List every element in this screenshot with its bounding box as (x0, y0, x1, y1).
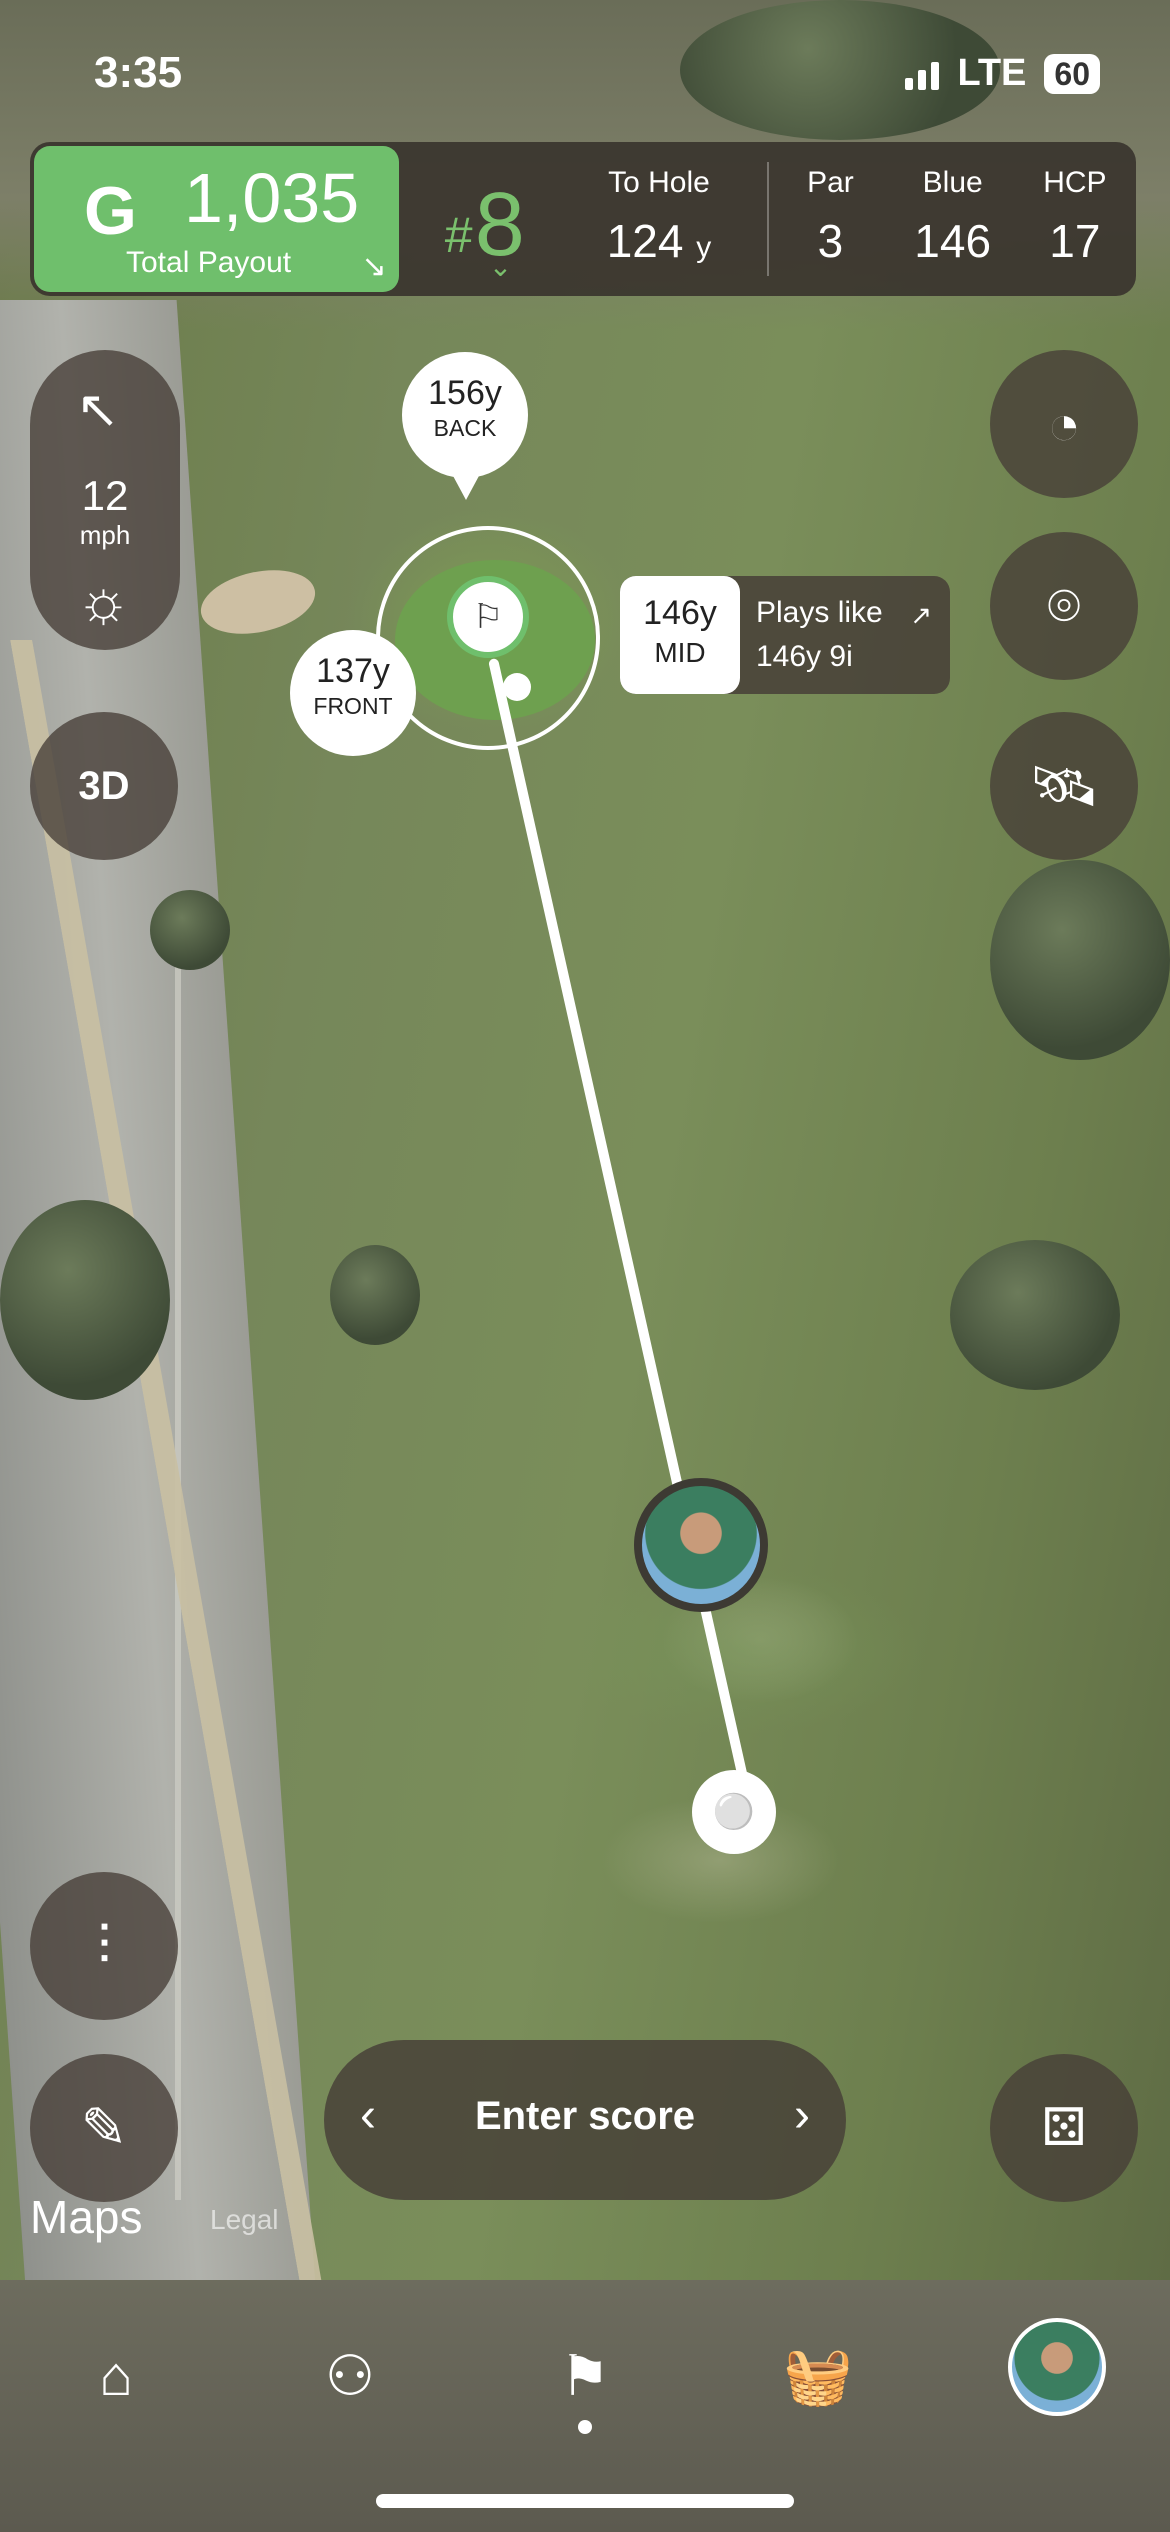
satellite-view-button[interactable]: 🛰 (990, 712, 1138, 860)
tree (0, 1200, 170, 1400)
open-arrow-icon: ↗ (910, 600, 932, 630)
payout-amount: 1,035 (184, 159, 360, 237)
player-position-avatar[interactable] (634, 1478, 768, 1612)
wind-speed: 12 (81, 472, 129, 519)
maps-attribution: Maps (30, 2190, 142, 2244)
shop-basket-icon: 🧺 (783, 2344, 853, 2407)
to-hole-value: 124 y (606, 215, 712, 267)
satellite-icon: 🛰 (1028, 754, 1100, 817)
par-value: 3 (817, 215, 844, 267)
wind-unit: mph (79, 520, 131, 550)
shot-tracker-icon: ◔ (1047, 392, 1081, 456)
expand-arrow-icon: ↘ (361, 250, 387, 283)
mid-distance-marker: 146y MID (620, 576, 740, 694)
mid-label: MID (654, 637, 706, 668)
signal-icon (905, 58, 940, 90)
front-distance-marker[interactable]: 137y FRONT (290, 630, 416, 756)
hcp-stat: HCP 17 (1014, 142, 1136, 296)
status-indicators: LTE 60 (905, 52, 1100, 95)
payout-label: Total Payout (126, 246, 292, 279)
golf-flag-icon: ⚑ (559, 2344, 611, 2407)
tee-box-icon[interactable]: ⚪ (692, 1770, 776, 1854)
ball-marker (503, 673, 531, 701)
tree (950, 1240, 1120, 1390)
hole-hash: # (444, 207, 473, 263)
location-pin-icon: ⌾ (1047, 573, 1081, 637)
3d-toggle-button[interactable]: 3D (30, 712, 178, 860)
tee-label: Blue (922, 166, 983, 199)
payout-card[interactable]: G 1,035 Total Payout ↘ (34, 146, 399, 292)
sliders-icon: ⫶ (97, 1913, 111, 1977)
back-distance-marker[interactable]: 156y BACK (402, 352, 528, 500)
tab-shop[interactable]: 🧺 (768, 2326, 868, 2426)
hole-selector[interactable]: # 8 ⌄ (403, 142, 551, 296)
flag-pin-icon[interactable]: ⚐ (447, 576, 529, 658)
wind-direction-icon: ↖ (76, 381, 120, 439)
wind-widget[interactable]: ↖ 12 mph ☼ (30, 350, 180, 650)
tab-play[interactable]: ⚑ (535, 2326, 635, 2426)
enter-score-bar: ‹ Enter score › (324, 2040, 846, 2200)
players-dice-icon: ⚄ (1041, 2099, 1087, 2157)
to-hole-stat: To Hole 124 y (551, 142, 768, 296)
plays-like-card[interactable]: 146y MID Plays like 146y 9i ↗ (620, 576, 950, 694)
back-distance: 156y (428, 374, 502, 412)
shot-tracker-button[interactable]: ◔ (990, 350, 1138, 498)
hole-info-card: G 1,035 Total Payout ↘ # 8 ⌄ To Hole 124… (30, 142, 1136, 296)
scorecard-button[interactable]: ✎ (30, 2054, 178, 2202)
tee-stat: Blue 146 (892, 142, 1014, 296)
tree (990, 860, 1170, 1060)
home-icon: ⌂ (99, 2344, 133, 2407)
settings-sliders-button[interactable]: ⫶ (30, 1872, 178, 2020)
tab-home[interactable]: ⌂ (66, 2326, 166, 2426)
greenside-bunker (195, 560, 321, 644)
network-label: LTE (957, 52, 1027, 94)
tree (330, 1245, 420, 1345)
next-hole-button[interactable]: › (794, 2088, 810, 2143)
plays-like-title: Plays like (756, 596, 883, 629)
plays-like-detail: 146y 9i (756, 640, 853, 673)
back-label: BACK (433, 415, 497, 441)
tab-friends[interactable]: ⚇ (300, 2326, 400, 2426)
home-indicator (376, 2494, 794, 2508)
front-label: FRONT (313, 693, 393, 719)
mid-distance: 146y (643, 594, 717, 632)
sun-icon: ☼ (76, 567, 131, 634)
active-tab-indicator (578, 2420, 592, 2434)
scorecard-edit-icon: ✎ (80, 2096, 128, 2159)
front-distance: 137y (316, 652, 390, 690)
tab-profile-avatar[interactable] (1008, 2318, 1106, 2416)
location-button[interactable]: ⌾ (990, 532, 1138, 680)
tee-value: 146 (914, 215, 992, 267)
battery-icon: 60 (1044, 53, 1100, 94)
enter-score-button[interactable]: Enter score (324, 2094, 846, 2139)
status-bar: 3:35 LTE 60 (0, 0, 1170, 140)
maps-label: Maps (30, 2191, 143, 2243)
group-players-button[interactable]: ⚄ (990, 2054, 1138, 2202)
chevron-down-icon: ⌄ (488, 251, 513, 282)
clock: 3:35 (94, 48, 183, 97)
par-label: Par (807, 166, 854, 199)
par-stat: Par 3 (769, 142, 891, 296)
hcp-value: 17 (1049, 215, 1101, 267)
tree (150, 890, 230, 970)
brand-logo-icon: G (84, 173, 137, 249)
legal-link[interactable]: Legal (210, 2204, 279, 2236)
to-hole-label: To Hole (608, 166, 710, 199)
friends-icon: ⚇ (324, 2344, 376, 2407)
hcp-label: HCP (1043, 166, 1107, 199)
